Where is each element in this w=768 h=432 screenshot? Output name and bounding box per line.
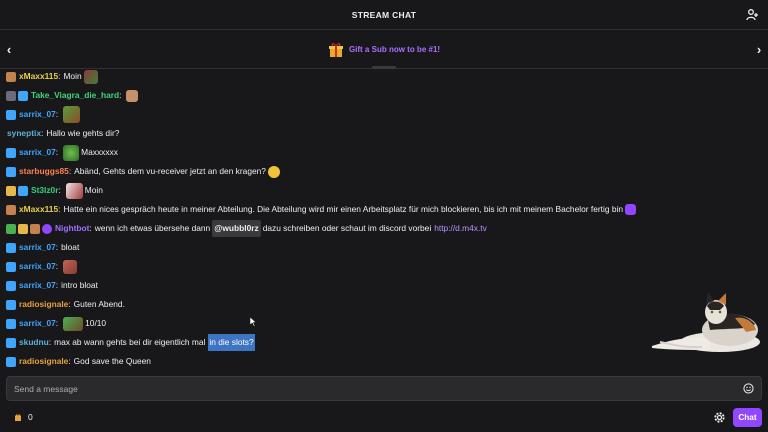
gear-icon[interactable] — [713, 411, 726, 424]
subscriber-badge-icon — [6, 280, 16, 291]
emote-icon — [625, 204, 636, 215]
message-text: 10/10 — [85, 318, 107, 328]
username[interactable]: sarrix_07 — [19, 258, 56, 275]
subscriber-badge-icon — [6, 71, 16, 82]
chat-message: sarrix_07: 10/10 — [6, 315, 106, 332]
subscriber-badge-icon — [6, 109, 16, 120]
chat-message: sarrix_07: — [6, 106, 82, 123]
pepe-emote-icon — [63, 316, 84, 331]
message-text: Moin — [84, 185, 103, 195]
username[interactable]: starbuggs85 — [19, 163, 69, 180]
message-text: Hatte ein nices gespräch heute in meiner… — [63, 204, 623, 214]
header-title: STREAM CHAT — [351, 9, 417, 20]
banner-text: Gift a Sub now to be #1! — [348, 45, 441, 54]
gift-sub-banner[interactable]: ‹ Gift a Sub now to be #1! › — [0, 31, 768, 69]
username[interactable]: radiosignale — [19, 353, 68, 370]
send-message-input[interactable] — [7, 377, 727, 400]
chat-message: sarrix_07: bloat — [6, 239, 79, 256]
users-icon[interactable] — [746, 8, 760, 22]
mention[interactable]: @wubbl0rz — [212, 220, 261, 237]
prime-crown-badge-icon — [18, 90, 28, 101]
message-text: Guten Abend. — [73, 299, 125, 309]
chat-message: sarrix_07: — [6, 258, 79, 275]
prime-crown-badge-icon — [6, 299, 16, 310]
chat-header: STREAM CHAT — [0, 0, 768, 30]
message-text: bloat — [61, 242, 80, 252]
cat-overlay-image — [652, 292, 760, 352]
username[interactable]: Take_Viagra_die_hard — [31, 87, 119, 104]
username[interactable]: St3lz0r — [31, 182, 58, 199]
chat-message: syneptix: Hallo wie gehts dir? — [6, 125, 119, 142]
tongue-emoji-icon — [267, 165, 280, 178]
broadcaster-badge-icon — [6, 223, 16, 234]
verified-badge-icon — [42, 223, 52, 234]
message-text: wenn ich etwas übersehe dann — [94, 223, 211, 233]
emote-icon — [63, 259, 78, 274]
message-text: intro bloat — [61, 280, 98, 290]
emote-icon — [63, 144, 80, 161]
discord-link[interactable]: http://d.m4x.tv — [434, 220, 487, 237]
chat-message: sarrix_07: Maxxxxxx — [6, 144, 118, 161]
points-count: 0 — [28, 412, 33, 422]
prime-crown-badge-icon — [6, 166, 16, 177]
subscriber-badge-icon — [6, 242, 16, 253]
selected-text: in die slots? — [208, 334, 255, 351]
chat-message: Nightbot: wenn ich etwas übersehe dann @… — [6, 220, 487, 237]
username[interactable]: sarrix_07 — [19, 144, 56, 161]
subscriber-badge-icon — [6, 147, 16, 158]
chat-message: xMaxx115: Moin — [6, 68, 100, 85]
message-text: Abänd, Gehts dem vu-receiver jetzt an de… — [74, 166, 266, 176]
bits-badge-icon — [30, 223, 40, 234]
chevron-left-icon[interactable]: ‹ — [3, 43, 15, 57]
message-text: dazu schreiben oder schaut im discord vo… — [262, 223, 432, 233]
gift-icon — [328, 42, 343, 57]
chat-input-bar — [6, 376, 762, 401]
drag-handle[interactable] — [372, 66, 396, 69]
pepe-emote-icon — [63, 106, 81, 123]
mouse-cursor-icon — [250, 317, 257, 327]
username[interactable]: radiosignale — [19, 296, 68, 313]
chat-message: radiosignale: Guten Abend. — [6, 296, 125, 313]
chat-message: radiosignale: God save the Queen — [6, 353, 151, 370]
chat-message: skudnu: max ab wann gehts bei dir eigent… — [6, 334, 255, 351]
channel-points-icon — [15, 413, 21, 421]
channel-points[interactable]: 0 — [14, 412, 33, 422]
message-text: Maxxxxxx — [81, 147, 118, 157]
username[interactable]: sarrix_07 — [19, 239, 56, 256]
chevron-right-icon[interactable]: › — [753, 43, 765, 57]
message-text: Moin — [63, 71, 82, 81]
emote-icon — [83, 69, 98, 84]
chat-message: Take_Viagra_die_hard: — [6, 87, 140, 104]
username[interactable]: sarrix_07 — [19, 315, 56, 332]
username[interactable]: xMaxx115 — [19, 201, 58, 218]
username[interactable]: skudnu — [19, 334, 49, 351]
prime-crown-badge-icon — [6, 337, 16, 348]
chat-message: xMaxx115: Hatte ein nices gespräch heute… — [6, 201, 638, 218]
subscriber-badge-icon — [6, 261, 16, 272]
chat-message: St3lz0r: Moin — [6, 182, 103, 199]
chat-footer: 0 Chat — [0, 405, 768, 432]
emote-icon — [126, 89, 139, 102]
prime-crown-badge-icon — [6, 356, 16, 367]
subscriber-badge-icon — [6, 204, 16, 215]
send-chat-button[interactable]: Chat — [733, 408, 762, 427]
emote-icon — [65, 182, 83, 199]
hand-badge-icon — [18, 223, 28, 234]
username[interactable]: xMaxx115 — [19, 68, 58, 85]
message-text: Hallo wie gehts dir? — [46, 128, 120, 138]
username[interactable]: syneptix — [7, 125, 41, 142]
smiley-icon[interactable] — [743, 383, 754, 394]
subscriber-badge-icon — [6, 318, 16, 329]
username[interactable]: Nightbot — [55, 220, 89, 237]
chat-message: sarrix_07: intro bloat — [6, 277, 98, 294]
subscriber-badge-icon — [6, 185, 16, 196]
subscriber-badge-icon — [6, 90, 16, 101]
username[interactable]: sarrix_07 — [19, 277, 56, 294]
message-text: God save the Queen — [73, 356, 151, 366]
message-text: max ab wann gehts bei dir eigentlich mal — [54, 337, 206, 347]
chat-message: starbuggs85: Abänd, Gehts dem vu-receive… — [6, 163, 282, 180]
username[interactable]: sarrix_07 — [19, 106, 56, 123]
prime-crown-badge-icon — [18, 185, 28, 196]
